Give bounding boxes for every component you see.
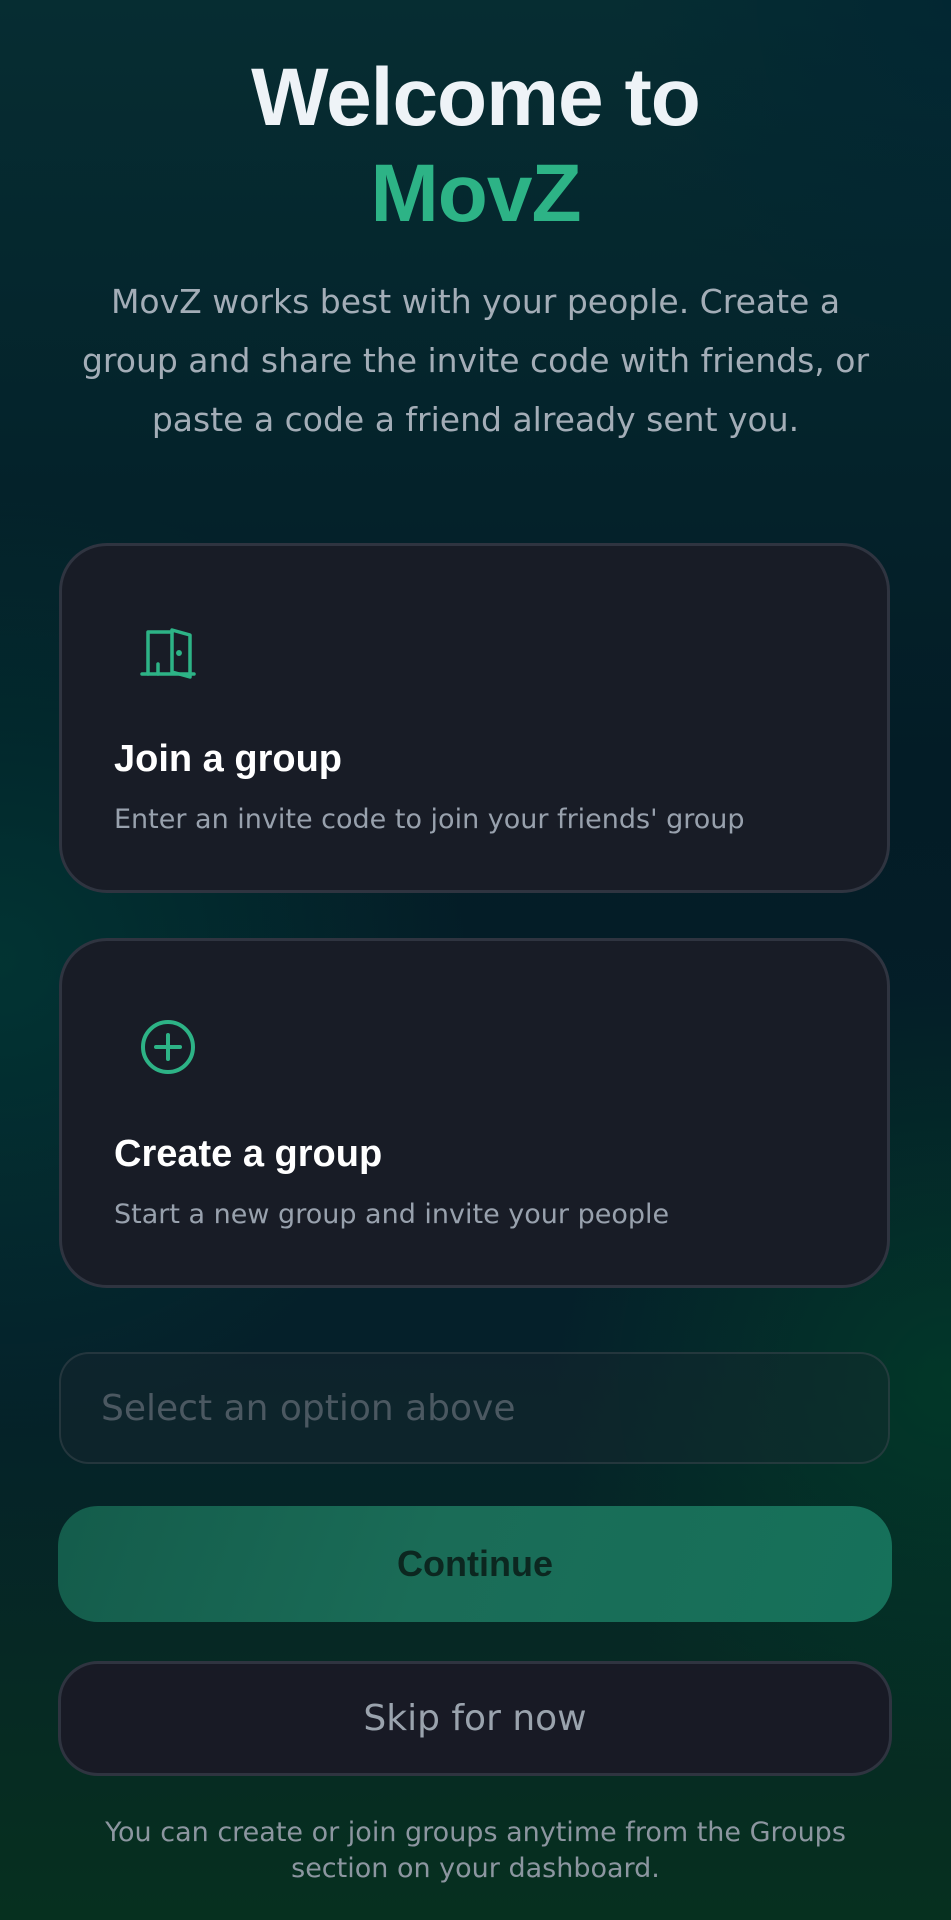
join-group-description: Enter an invite code to join your friend…: [114, 804, 745, 835]
continue-button[interactable]: Continue: [58, 1506, 892, 1622]
join-group-card[interactable]: Join a group Enter an invite code to joi…: [59, 543, 890, 893]
invite-code-input[interactable]: [59, 1352, 890, 1464]
door-icon: [138, 622, 198, 682]
title-brand: MovZ: [370, 148, 581, 239]
onboarding-screen: Welcome to MovZ MovZ works best with you…: [0, 0, 951, 1920]
skip-button[interactable]: Skip for now: [58, 1661, 892, 1776]
join-group-title: Join a group: [114, 738, 342, 780]
footer-note: You can create or join groups anytime fr…: [105, 1817, 846, 1884]
create-group-description: Start a new group and invite your people: [114, 1199, 670, 1230]
create-group-title: Create a group: [114, 1133, 383, 1175]
title-welcome: Welcome to: [251, 52, 701, 143]
page-subtitle: MovZ works best with your people. Create…: [81, 282, 870, 439]
plus-circle-icon: [138, 1017, 198, 1077]
page-title: Welcome to MovZ: [0, 50, 951, 242]
create-group-card[interactable]: Create a group Start a new group and inv…: [59, 938, 890, 1288]
